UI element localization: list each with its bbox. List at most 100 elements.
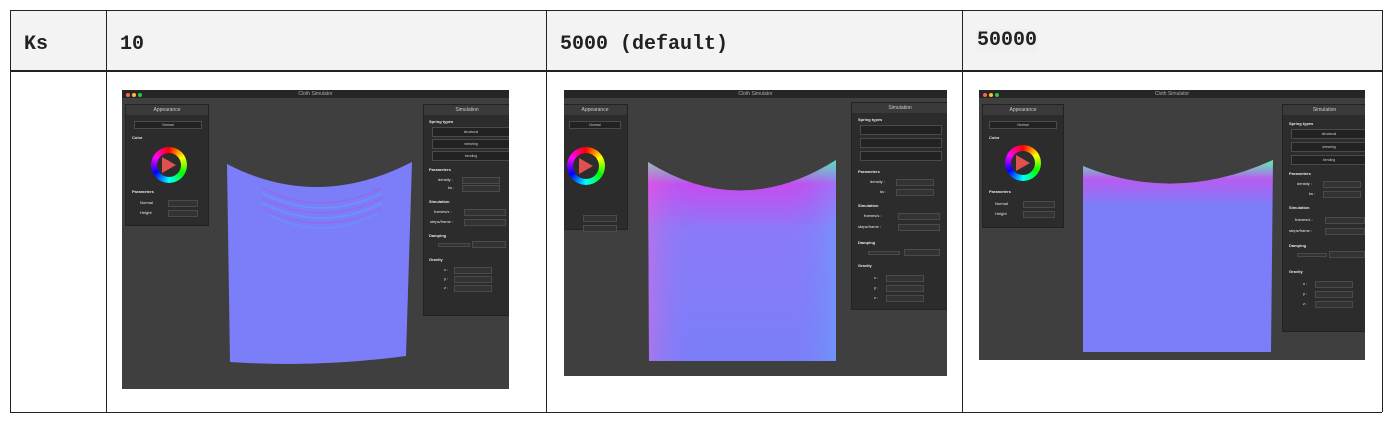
sim-parameters-label: Parameters: [858, 169, 880, 174]
frames-field[interactable]: [464, 209, 506, 216]
simulator-screenshot-ks-10: Cloth Simulator Appearance Normal Color …: [122, 90, 509, 389]
structural-toggle[interactable]: structural: [1291, 129, 1365, 139]
window-title: Cloth Simulator: [738, 91, 773, 97]
simulation-panel: Simulation Spring types structural shear…: [1282, 104, 1365, 332]
damping-slider[interactable]: [1297, 253, 1327, 257]
sim-parameters-label: Parameters: [429, 167, 451, 172]
table-divider-1: [106, 10, 107, 412]
color-wheel-icon[interactable]: [151, 147, 187, 183]
density-label: density :: [438, 177, 453, 182]
appearance-title: Appearance: [126, 105, 208, 115]
cloth-mesh: [1083, 160, 1273, 352]
steps-field[interactable]: [1325, 228, 1365, 235]
density-label: density :: [870, 179, 885, 184]
ks-field[interactable]: [462, 185, 500, 192]
gravity-label: Gravity: [858, 263, 872, 268]
shader-dropdown[interactable]: Normal: [569, 121, 621, 129]
bending-toggle[interactable]: bending: [1291, 155, 1365, 165]
gravity-x-label: x :: [874, 275, 879, 280]
gravity-y-label: y :: [874, 285, 879, 290]
parameters-label: Parameters: [132, 189, 154, 194]
header-cell-ks-5000: 5000 (default): [546, 10, 962, 71]
gravity-z-field[interactable]: [1315, 301, 1353, 308]
cloth-mesh: [648, 160, 836, 361]
gravity-z-field[interactable]: [886, 295, 924, 302]
table-divider-2: [546, 10, 547, 412]
damping-field[interactable]: [1329, 251, 1365, 258]
gravity-y-field[interactable]: [1315, 291, 1353, 298]
steps-label: steps/frame :: [858, 224, 882, 229]
damping-label: Damping: [429, 233, 447, 238]
ks-label: ks :: [448, 185, 455, 190]
window-title: Cloth Simulator: [1154, 91, 1190, 97]
damping-slider[interactable]: [868, 251, 900, 255]
structural-toggle[interactable]: [860, 125, 942, 135]
shader-dropdown[interactable]: Normal: [989, 121, 1057, 129]
sim-parameters-label: Parameters: [1289, 171, 1311, 176]
window-titlebar: Cloth Simulator: [564, 90, 947, 98]
gravity-x-field[interactable]: [1315, 281, 1353, 288]
frames-field[interactable]: [898, 213, 940, 220]
normal-field[interactable]: [1023, 201, 1055, 208]
density-label: density :: [1297, 181, 1312, 186]
header-cell-ks-50000: 50000: [962, 10, 1382, 71]
gravity-x-field[interactable]: [454, 267, 492, 274]
damping-field[interactable]: [472, 241, 506, 248]
gravity-x-field[interactable]: [886, 275, 924, 282]
bending-toggle[interactable]: bending: [432, 151, 509, 161]
spring-types-label: Spring types: [1289, 121, 1314, 126]
gravity-z-field[interactable]: [454, 285, 492, 292]
density-field[interactable]: [462, 177, 500, 184]
window-titlebar: Cloth Simulator: [979, 90, 1365, 98]
gravity-label: Gravity: [1289, 269, 1303, 274]
height-field[interactable]: [168, 210, 198, 217]
damping-label: Damping: [858, 240, 876, 245]
table-divider-3: [962, 10, 963, 412]
gravity-y-label: y :: [444, 276, 449, 281]
simulation-panel: Simulation Spring types structural shear…: [423, 104, 509, 316]
gravity-z-label: z :: [874, 295, 879, 300]
steps-label: steps/frame :: [1289, 228, 1313, 233]
height-field[interactable]: [1023, 211, 1055, 218]
frames-field[interactable]: [1325, 217, 1365, 224]
ks-field[interactable]: [1323, 191, 1361, 198]
normal-field[interactable]: [583, 215, 617, 222]
color-label: Color: [132, 135, 143, 140]
gravity-x-label: x :: [1303, 281, 1308, 286]
shader-dropdown[interactable]: Normal: [134, 121, 202, 129]
simulation-label: Simulation: [858, 203, 879, 208]
color-wheel-icon[interactable]: [1005, 145, 1041, 181]
color-wheel-icon[interactable]: [567, 147, 605, 185]
header-label-ks-50000: 50000: [976, 29, 1039, 52]
steps-field[interactable]: [464, 219, 506, 226]
damping-field[interactable]: [904, 249, 940, 256]
ks-label: ks :: [880, 189, 887, 194]
shearing-toggle[interactable]: shearing: [1291, 142, 1365, 152]
gravity-z-label: z :: [444, 285, 449, 290]
shearing-toggle[interactable]: [860, 138, 942, 148]
structural-toggle[interactable]: structural: [432, 127, 509, 137]
height-field[interactable]: [583, 225, 617, 232]
appearance-title: Appearance: [983, 105, 1063, 115]
simulation-title: Simulation: [424, 105, 509, 115]
simulation-label: Simulation: [1289, 205, 1310, 210]
table-border-bottom: [10, 412, 1382, 413]
density-field[interactable]: [1323, 181, 1361, 188]
gravity-y-field[interactable]: [454, 276, 492, 283]
simulation-title: Simulation: [852, 103, 947, 113]
table-border-header: [10, 71, 1382, 72]
normal-field[interactable]: [168, 200, 198, 207]
density-field[interactable]: [896, 179, 934, 186]
cloth-mesh: [227, 162, 412, 364]
ks-field[interactable]: [896, 189, 934, 196]
damping-label: Damping: [1289, 243, 1307, 248]
gravity-y-field[interactable]: [886, 285, 924, 292]
frames-label: frames/s :: [1295, 217, 1313, 222]
bending-toggle[interactable]: [860, 151, 942, 161]
appearance-panel: Appearance Normal Color Parameters Norma…: [982, 104, 1064, 228]
header-cell-param: Ks: [10, 10, 106, 71]
steps-field[interactable]: [898, 224, 940, 231]
damping-slider[interactable]: [438, 243, 470, 247]
table-border-left: [10, 10, 11, 412]
shearing-toggle[interactable]: shearing: [432, 139, 509, 149]
